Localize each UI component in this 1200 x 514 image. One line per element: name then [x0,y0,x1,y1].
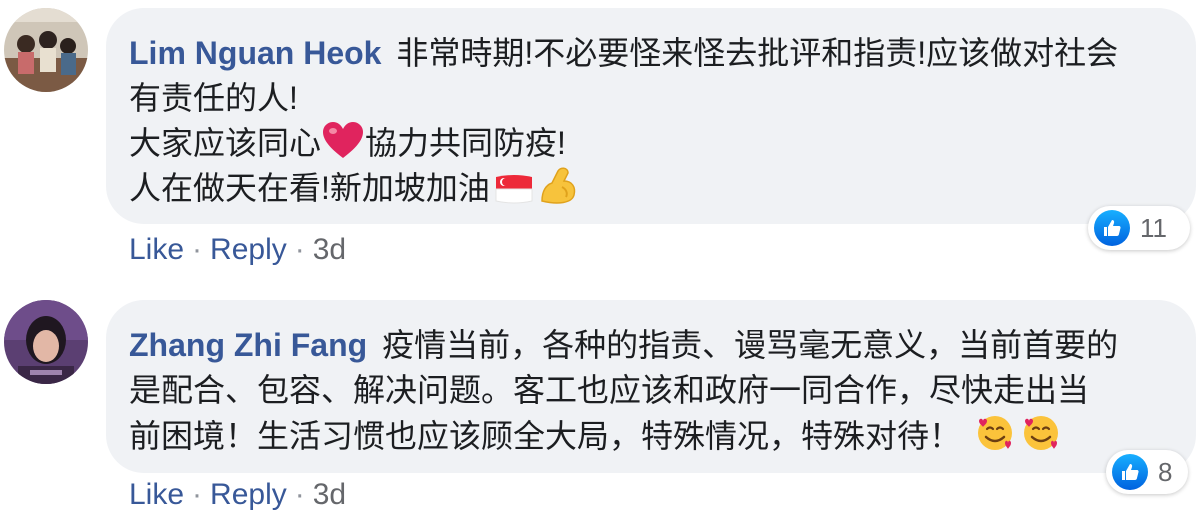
reaction-count: 11 [1140,212,1167,243]
flexed-biceps-emoji [538,167,578,217]
comment-line: 有责任的人! [129,76,298,121]
comment-text: 人在做天在看!新加坡加油 [129,170,490,206]
smiling-face-with-hearts-emoji [975,413,1015,465]
comment-line: Lim Nguan Heok 非常時期!不必要怪来怪去批评和指责!应该做对社会 [129,31,1118,76]
reaction-summary[interactable]: 8 [1106,450,1188,494]
comment-text: 有责任的人! [129,80,298,116]
comment-author[interactable]: Lim Nguan Heok [129,35,381,71]
comment-line: 前困境！生活习惯也应该顾全大局，特殊情况，特殊对待！ [129,413,1061,465]
comment-1: Lim Nguan Heok 非常時期!不必要怪来怪去批评和指责!应该做对社会 … [0,0,1200,290]
like-link[interactable]: Like [129,478,184,511]
comment-text: 大家应该同心 [129,125,322,161]
thumbs-up-icon [1112,454,1148,490]
singapore-flag-emoji [494,172,534,217]
comment-text: 疫情当前，各种的指责、谩骂毫无意义，当前首要的 [382,327,1119,363]
avatar[interactable] [4,300,88,384]
avatar[interactable] [4,8,88,92]
red-heart-emoji [321,122,365,172]
like-link[interactable]: Like [129,233,184,266]
reaction-count: 8 [1158,456,1173,487]
separator: · [294,478,305,511]
thumbs-up-icon [1094,210,1130,246]
comment-line: Zhang Zhi Fang 疫情当前，各种的指责、谩骂毫无意义，当前首要的 [129,323,1118,368]
comment-text: 協力共同防疫! [365,125,566,161]
reply-link[interactable]: Reply [210,233,287,266]
comment-author[interactable]: Zhang Zhi Fang [129,327,367,363]
comment-line: 是配合、包容、解决问题。客工也应该和政府一同合作，尽快走出当 [129,368,1089,413]
comment-actions: Like · Reply · 3d [129,233,346,267]
smiling-face-with-hearts-emoji [1021,413,1061,465]
comment-line: 大家应该同心 協力共同防疫! [129,121,566,172]
comment-text: 前困境！生活习惯也应该顾全大局，特殊情况，特殊对待！ [129,418,962,454]
reaction-summary[interactable]: 11 [1088,206,1190,250]
comment-text: 非常時期!不必要怪来怪去批评和指责!应该做对社会 [396,35,1119,71]
separator: · [294,233,305,266]
reply-link[interactable]: Reply [210,478,287,511]
timestamp[interactable]: 3d [313,478,346,511]
timestamp[interactable]: 3d [313,233,346,266]
comment-text: 是配合、包容、解决问题。客工也应该和政府一同合作，尽快走出当 [129,372,1090,408]
separator: · [192,478,203,511]
comment-actions: Like · Reply · 3d [129,478,346,512]
separator: · [192,233,203,266]
comment-line: 人在做天在看!新加坡加油 [129,166,578,217]
comment-2: Zhang Zhi Fang 疫情当前，各种的指责、谩骂毫无意义，当前首要的 是… [0,290,1200,514]
